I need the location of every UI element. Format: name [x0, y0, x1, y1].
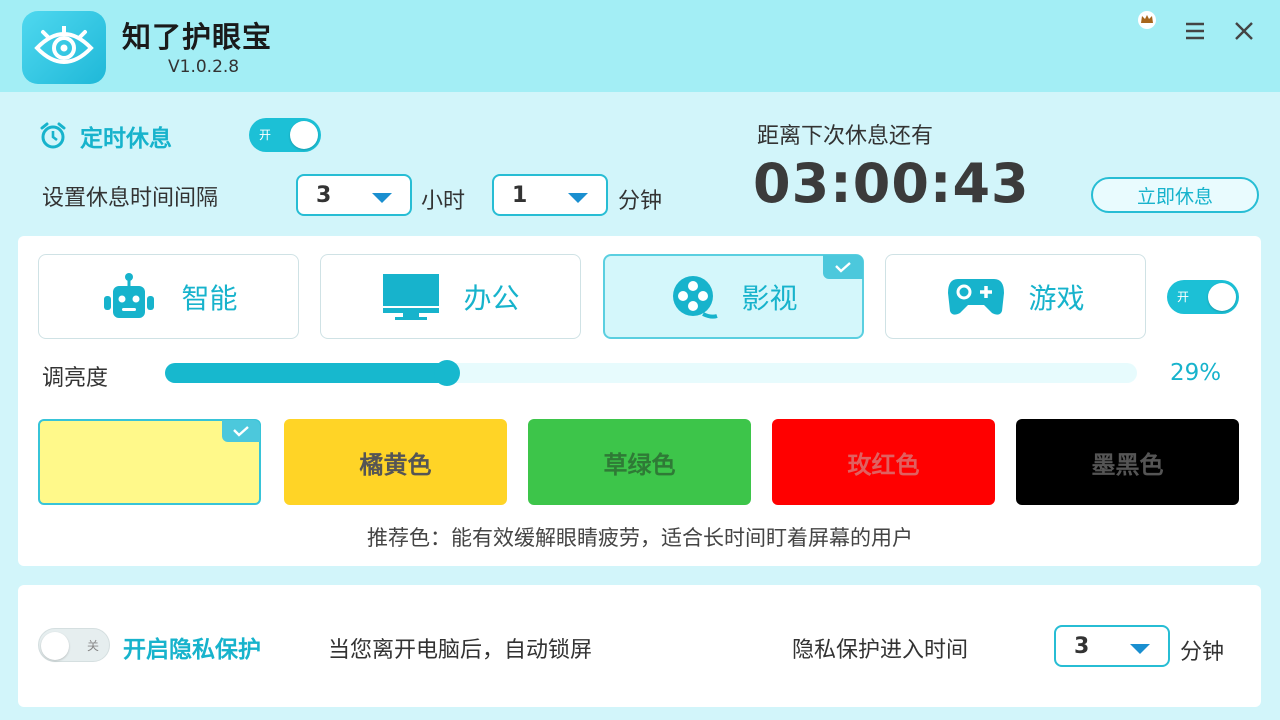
toggle-knob	[290, 121, 318, 149]
toggle-knob	[1208, 283, 1236, 311]
swatch-label: 墨黑色	[1091, 450, 1164, 479]
app-version: V1.0.2.8	[168, 57, 240, 77]
privacy-description: 当您离开电脑后，自动锁屏	[328, 638, 593, 663]
menu-icon[interactable]	[1184, 21, 1206, 41]
minutes-value: 1	[512, 182, 528, 208]
monitor-icon	[383, 273, 440, 320]
privacy-title: 开启隐私保护	[123, 637, 261, 663]
gamepad-icon	[948, 278, 1005, 315]
brightness-value: 29%	[1170, 360, 1222, 386]
interval-label: 设置休息时间间隔	[42, 186, 219, 211]
timer-toggle[interactable]: 开	[249, 118, 321, 152]
swatch-label: 玫红色	[847, 450, 920, 479]
mode-label: 智能	[181, 281, 238, 315]
mode-label: 游戏	[1028, 281, 1085, 315]
color-swatch-light-yellow[interactable]	[38, 419, 261, 505]
color-swatch-orange[interactable]: 橘黄色	[284, 419, 507, 505]
vip-crown-icon[interactable]	[1136, 9, 1158, 29]
mode-office[interactable]: 办公	[320, 254, 581, 339]
privacy-time-value: 3	[1074, 633, 1090, 659]
close-icon[interactable]	[1233, 20, 1255, 42]
alarm-clock-icon	[40, 122, 66, 149]
title-bar: 知了护眼宝 V1.0.2.8	[0, 0, 1280, 92]
chevron-down-icon	[568, 193, 588, 203]
minutes-unit: 分钟	[618, 189, 663, 214]
toggle-label: 开	[1177, 290, 1190, 304]
selected-check-icon	[823, 255, 863, 279]
mode-label: 影视	[741, 281, 798, 315]
hours-unit: 小时	[421, 189, 466, 214]
color-swatch-black[interactable]: 墨黑色	[1016, 419, 1239, 505]
selected-check-icon	[222, 420, 260, 442]
swatch-label: 橘黄色	[359, 450, 432, 479]
hours-value: 3	[316, 182, 332, 208]
rest-now-button[interactable]: 立即休息	[1091, 177, 1259, 213]
brightness-slider[interactable]	[165, 360, 1137, 386]
color-swatch-rose[interactable]: 玫红色	[772, 419, 995, 505]
minutes-select[interactable]: 1	[492, 174, 608, 216]
mode-toggle[interactable]: 开	[1167, 280, 1239, 314]
recommendation-text: 推荐色：能有效缓解眼睛疲劳，适合长时间盯着屏幕的用户	[367, 526, 913, 550]
privacy-time-select[interactable]: 3	[1054, 625, 1170, 667]
hours-select[interactable]: 3	[296, 174, 412, 216]
color-swatch-green[interactable]: 草绿色	[528, 419, 751, 505]
slider-thumb[interactable]	[434, 360, 460, 386]
countdown-display: 03:00:43	[753, 152, 1030, 215]
privacy-toggle[interactable]: 关	[38, 628, 110, 662]
mode-smart[interactable]: 智能	[38, 254, 299, 339]
swatch-label: 草绿色	[603, 450, 676, 479]
chevron-down-icon	[1130, 644, 1150, 654]
brightness-label: 调亮度	[42, 366, 109, 391]
app-title: 知了护眼宝	[122, 20, 273, 54]
slider-fill	[165, 363, 455, 383]
toggle-knob	[41, 632, 69, 660]
chevron-down-icon	[372, 193, 392, 203]
robot-icon	[104, 272, 155, 318]
mode-game[interactable]: 游戏	[885, 254, 1146, 339]
timer-title: 定时休息	[80, 126, 172, 152]
film-reel-icon	[673, 275, 719, 319]
countdown-label: 距离下次休息还有	[757, 124, 934, 149]
mode-video[interactable]: 影视	[603, 254, 864, 339]
toggle-label: 关	[86, 639, 99, 653]
mode-label: 办公	[463, 281, 520, 315]
privacy-time-label: 隐私保护进入时间	[792, 638, 969, 663]
toggle-label: 开	[259, 128, 272, 142]
eye-logo-icon	[22, 11, 106, 84]
privacy-time-unit: 分钟	[1180, 640, 1225, 665]
timer-section-title: 定时休息	[38, 120, 172, 152]
